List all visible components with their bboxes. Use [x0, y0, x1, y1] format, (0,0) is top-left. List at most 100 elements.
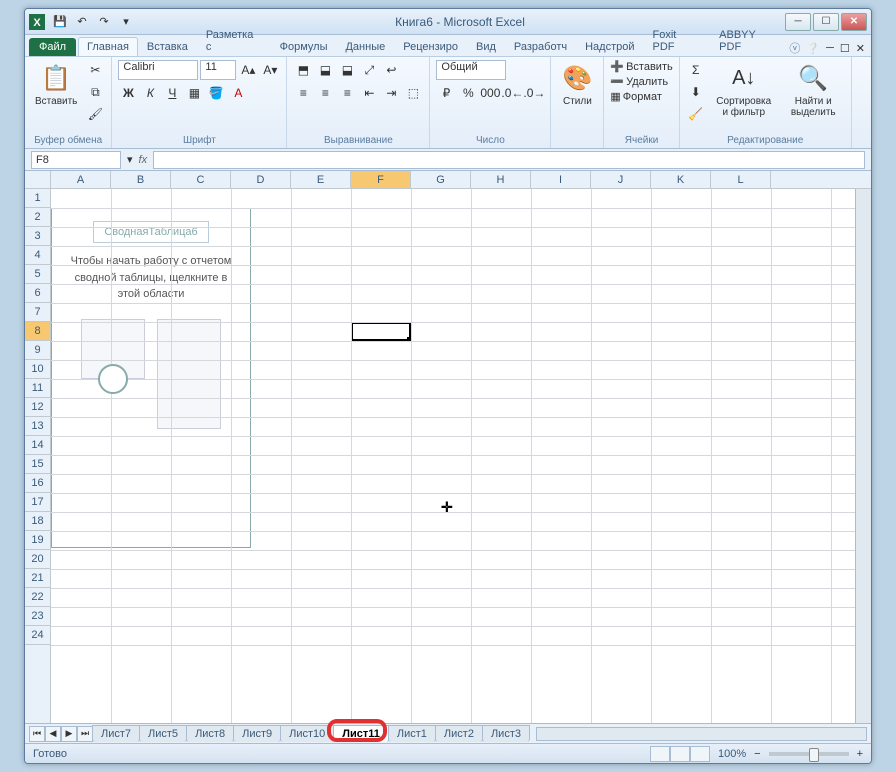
row-header-24[interactable]: 24	[25, 626, 50, 645]
sheet-tab[interactable]: Лист1	[388, 725, 436, 742]
col-header-K[interactable]: K	[651, 171, 711, 188]
align-middle-icon[interactable]: ⬓	[315, 60, 335, 80]
save-icon[interactable]: 💾	[51, 13, 69, 31]
currency-icon[interactable]: ₽	[436, 83, 456, 103]
sort-filter-button[interactable]: A↓ Сортировка и фильтр	[710, 60, 778, 120]
col-header-G[interactable]: G	[411, 171, 471, 188]
undo-icon[interactable]: ↶	[73, 13, 91, 31]
row-header-22[interactable]: 22	[25, 588, 50, 607]
row-header-19[interactable]: 19	[25, 531, 50, 550]
file-tab[interactable]: Файл	[29, 38, 76, 56]
insert-cells-button[interactable]: ➕Вставить	[610, 60, 672, 73]
wrap-text-icon[interactable]: ↩	[381, 60, 401, 80]
align-bottom-icon[interactable]: ⬓	[337, 60, 357, 80]
decrease-decimal-icon[interactable]: .0→	[524, 83, 544, 103]
view-layout-button[interactable]	[670, 746, 690, 762]
col-header-L[interactable]: L	[711, 171, 771, 188]
copy-icon[interactable]: ⧉	[85, 82, 105, 102]
name-box[interactable]: F8	[31, 151, 121, 169]
fill-color-icon[interactable]: 🪣	[206, 83, 226, 103]
tab-formulas[interactable]: Формулы	[271, 37, 337, 56]
zoom-level[interactable]: 100%	[718, 748, 746, 760]
fx-icon[interactable]: fx	[139, 154, 148, 166]
row-header-3[interactable]: 3	[25, 227, 50, 246]
bold-button[interactable]: Ж	[118, 83, 138, 103]
row-header-16[interactable]: 16	[25, 474, 50, 493]
merge-icon[interactable]: ⬚	[403, 83, 423, 103]
indent-increase-icon[interactable]: ⇥	[381, 83, 401, 103]
ribbon-minimize-icon[interactable]: ⓥ	[789, 40, 800, 56]
row-header-7[interactable]: 7	[25, 303, 50, 322]
row-header-5[interactable]: 5	[25, 265, 50, 284]
col-header-C[interactable]: C	[171, 171, 231, 188]
format-painter-icon[interactable]: 🖌	[85, 104, 105, 124]
paste-button[interactable]: 📋 Вставить	[31, 60, 81, 109]
doc-restore-icon[interactable]: ☐	[840, 42, 850, 55]
align-left-icon[interactable]: ≡	[293, 83, 313, 103]
tab-foxit[interactable]: Foxit PDF	[644, 25, 711, 56]
col-header-E[interactable]: E	[291, 171, 351, 188]
row-header-14[interactable]: 14	[25, 436, 50, 455]
col-header-A[interactable]: A	[51, 171, 111, 188]
tab-home[interactable]: Главная	[78, 37, 138, 56]
percent-icon[interactable]: %	[458, 83, 478, 103]
tab-data[interactable]: Данные	[336, 37, 394, 56]
doc-minimize-icon[interactable]: ─	[826, 42, 834, 54]
font-color-icon[interactable]: A	[228, 83, 248, 103]
align-right-icon[interactable]: ≡	[337, 83, 357, 103]
clear-icon[interactable]: 🧹	[686, 104, 706, 124]
underline-button[interactable]: Ч	[162, 83, 182, 103]
cells-grid[interactable]: СводнаяТаблица6 Чтобы начать работу с от…	[51, 189, 855, 723]
tab-developer[interactable]: Разработч	[505, 37, 576, 56]
col-header-I[interactable]: I	[531, 171, 591, 188]
row-header-12[interactable]: 12	[25, 398, 50, 417]
close-button[interactable]: ✕	[841, 13, 867, 31]
sheet-tab[interactable]: Лист5	[139, 725, 187, 742]
select-all-corner[interactable]	[25, 171, 51, 189]
col-header-F[interactable]: F	[351, 171, 411, 188]
horizontal-scrollbar[interactable]	[536, 727, 867, 741]
formula-bar[interactable]	[153, 151, 865, 169]
view-pagebreak-button[interactable]	[690, 746, 710, 762]
tab-view[interactable]: Вид	[467, 37, 505, 56]
row-header-9[interactable]: 9	[25, 341, 50, 360]
tab-layout[interactable]: Разметка с	[197, 25, 271, 56]
sheet-nav-prev[interactable]: ◀	[45, 726, 61, 742]
fill-icon[interactable]: ⬇	[686, 82, 706, 102]
row-header-6[interactable]: 6	[25, 284, 50, 303]
help-icon[interactable]: ❔	[806, 42, 820, 55]
italic-button[interactable]: К	[140, 83, 160, 103]
maximize-button[interactable]: ☐	[813, 13, 839, 31]
find-select-button[interactable]: 🔍 Найти и выделить	[782, 60, 845, 120]
sheet-tab[interactable]: Лист11	[333, 725, 389, 742]
pivot-table-placeholder[interactable]: СводнаяТаблица6 Чтобы начать работу с от…	[51, 208, 251, 548]
row-header-2[interactable]: 2	[25, 208, 50, 227]
sheet-nav-next[interactable]: ▶	[61, 726, 77, 742]
indent-decrease-icon[interactable]: ⇤	[359, 83, 379, 103]
tab-insert[interactable]: Вставка	[138, 37, 197, 56]
col-header-B[interactable]: B	[111, 171, 171, 188]
sheet-tab[interactable]: Лист2	[435, 725, 483, 742]
tab-review[interactable]: Рецензиро	[394, 37, 467, 56]
sheet-tab[interactable]: Лист8	[186, 725, 234, 742]
qat-more-icon[interactable]: ▾	[117, 13, 135, 31]
increase-decimal-icon[interactable]: .0←	[502, 83, 522, 103]
autosum-icon[interactable]: Σ	[686, 60, 706, 80]
row-header-21[interactable]: 21	[25, 569, 50, 588]
row-header-18[interactable]: 18	[25, 512, 50, 531]
view-normal-button[interactable]	[650, 746, 670, 762]
doc-close-icon[interactable]: ✕	[856, 42, 865, 55]
row-header-8[interactable]: 8	[25, 322, 50, 341]
tab-abbyy[interactable]: ABBYY PDF	[710, 25, 789, 56]
zoom-out-button[interactable]: −	[754, 748, 760, 760]
sheet-nav-last[interactable]: ⏭	[77, 726, 93, 742]
row-header-10[interactable]: 10	[25, 360, 50, 379]
comma-icon[interactable]: 000	[480, 83, 500, 103]
col-header-J[interactable]: J	[591, 171, 651, 188]
cut-icon[interactable]: ✂	[85, 60, 105, 80]
orientation-icon[interactable]: ⤢	[359, 60, 379, 80]
zoom-in-button[interactable]: +	[857, 748, 863, 760]
font-name-select[interactable]: Calibri	[118, 60, 198, 80]
align-center-icon[interactable]: ≡	[315, 83, 335, 103]
increase-font-icon[interactable]: A▴	[238, 60, 258, 80]
